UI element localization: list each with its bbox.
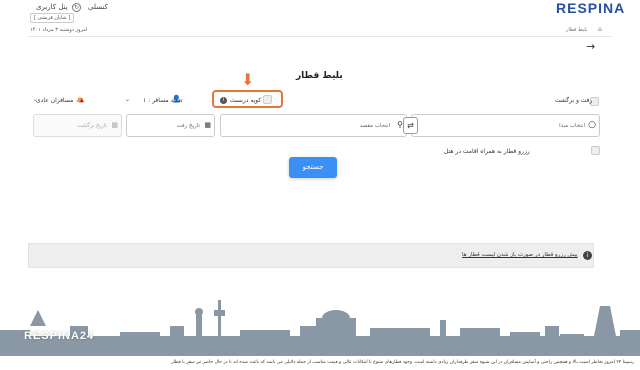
compartment-label: کوپه دربست [230, 97, 262, 104]
swap-button[interactable]: ⇄ [403, 117, 418, 134]
destination-field[interactable]: ⚲ انتخاب مقصد [220, 114, 407, 137]
info-icon[interactable]: i [220, 97, 227, 104]
header-divider [28, 36, 612, 37]
compartment-checkbox[interactable] [263, 95, 272, 104]
today-date: امروز دوشنبه ۳ مرداد ۱۴۰۱ [30, 27, 88, 33]
hotel-checkbox[interactable] [591, 146, 600, 155]
passenger-count-select[interactable]: تعداد مسافر : ۱ [143, 97, 183, 104]
return-date-placeholder: تاریخ برگشت [76, 123, 107, 129]
breadcrumb-current: بلیط قطار [566, 27, 588, 33]
cancel-icon[interactable]: ↻ [72, 3, 81, 12]
round-trip-label: رفت و برگشت [555, 97, 593, 104]
chevron-down-icon[interactable]: ⌄ [33, 96, 38, 103]
back-arrow-icon[interactable]: → [586, 40, 595, 53]
origin-placeholder: انتخاب مبدا [559, 123, 585, 129]
radio-circle-icon: ○ [588, 120, 596, 130]
calendar-icon: ▦ [204, 121, 211, 129]
user-name-badge: [ شایان قریشی ] [30, 13, 75, 23]
depart-date-field[interactable]: ▦ تاریخ رفت [126, 114, 215, 137]
info-icon: i [583, 251, 592, 260]
city-skyline-illustration [0, 300, 640, 356]
destination-placeholder: انتخاب مقصد [359, 123, 390, 129]
hotel-label: رزرو قطار به همراه اقامت در هتل [444, 148, 530, 155]
passenger-class-select[interactable]: مسافران عادی [36, 97, 73, 104]
search-button[interactable]: جستجو [289, 157, 337, 178]
return-date-field[interactable]: ▦ تاریخ برگشت [33, 114, 122, 137]
page-title: بلیط قطار [296, 71, 343, 81]
footer-brand: RESPINA24 [24, 330, 95, 342]
annotation-arrow-icon: ⬇ [241, 70, 255, 89]
home-icon[interactable]: ⌂ [598, 26, 602, 33]
user-panel-link[interactable]: پنل کاربری [36, 3, 68, 11]
seat-icon: ⛺ [76, 95, 85, 103]
calendar-icon: ▦ [111, 121, 118, 129]
cancel-link[interactable]: کنسلی [88, 3, 108, 11]
pre-reserve-link[interactable]: پیش رزرو قطار در صورت باز شدن لیست قطار … [462, 252, 578, 258]
chevron-down-icon[interactable]: ⌄ [125, 96, 130, 103]
footer-description: رسپینا ۲۴ امروز بخاطر امنیت بالا و همچنی… [171, 360, 634, 365]
depart-date-placeholder: تاریخ رفت [176, 123, 200, 129]
origin-field[interactable]: ○ انتخاب مبدا [411, 114, 600, 137]
respina-logo[interactable]: RESPINA [556, 0, 625, 16]
